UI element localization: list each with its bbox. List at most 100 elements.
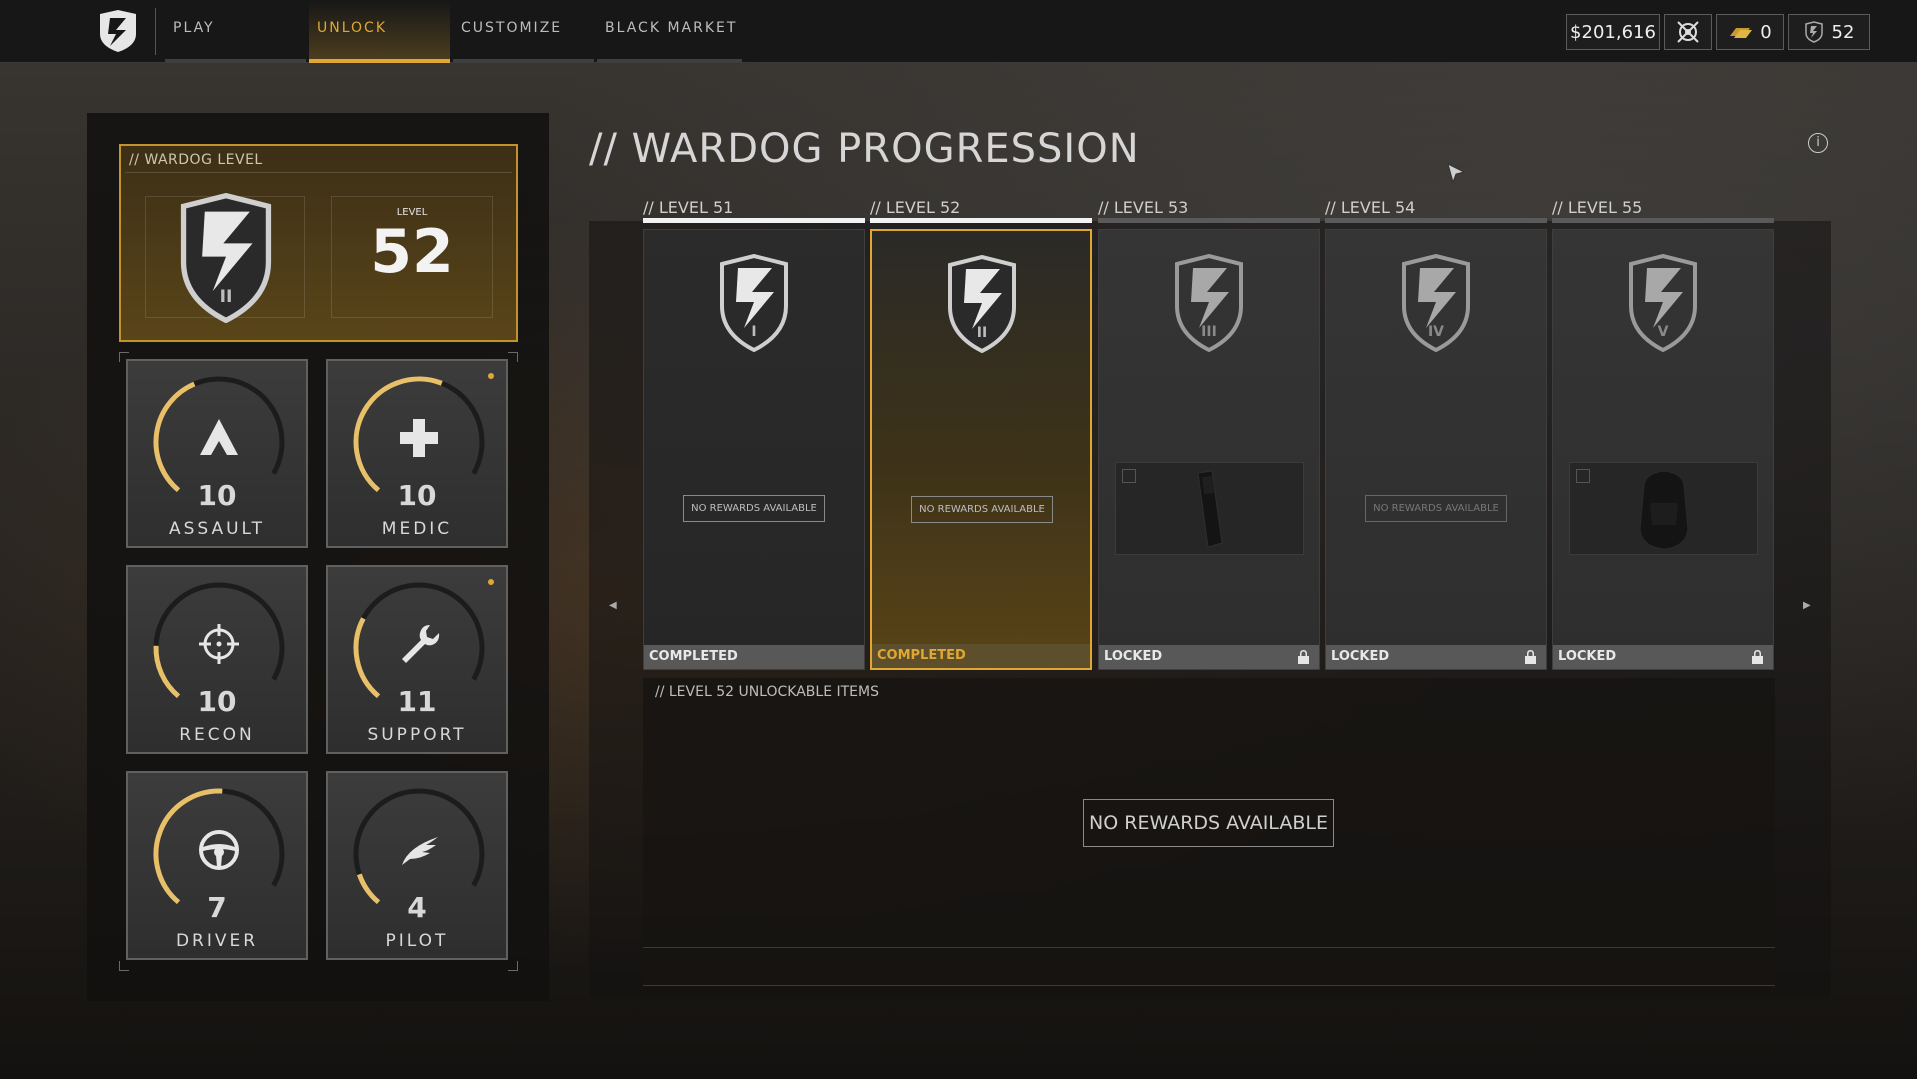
crosshair-icon — [199, 624, 239, 664]
level-progress-bar — [1325, 218, 1547, 223]
gold-display[interactable]: 0 — [1716, 14, 1784, 50]
no-rewards-message: NO REWARDS AVAILABLE — [1083, 799, 1334, 847]
level-card-53[interactable]: III LOCKED — [1098, 229, 1320, 670]
class-card-assault[interactable]: 10 ASSAULT — [126, 359, 308, 548]
class-level: 10 — [197, 479, 237, 512]
level-label: // LEVEL 52 — [870, 198, 961, 217]
game-logo-icon[interactable] — [96, 8, 140, 54]
class-level: 10 — [197, 685, 237, 718]
level-status: LOCKED — [1099, 645, 1319, 669]
wardog-emblem-frame: II — [145, 193, 305, 323]
lock-icon — [1298, 650, 1309, 664]
level-progress-bar — [1098, 218, 1320, 223]
class-card-pilot[interactable]: 4 PILOT — [326, 771, 508, 960]
mouse-cursor-icon — [1447, 163, 1466, 184]
level-status-text: COMPLETED — [877, 648, 966, 663]
class-name: MEDIC — [381, 519, 453, 539]
tab-play-label: PLAY — [173, 20, 215, 36]
class-card-medic[interactable]: 10 MEDIC — [326, 359, 508, 548]
class-name: DRIVER — [175, 931, 259, 951]
class-card-recon[interactable]: 10 RECON — [126, 565, 308, 754]
reward-checkbox — [1576, 469, 1590, 483]
class-card-driver[interactable]: 7 DRIVER — [126, 771, 308, 960]
divider — [643, 985, 1775, 986]
wardog-emblem-icon: II — [948, 255, 1016, 353]
wardog-emblem-icon: III — [1175, 254, 1243, 352]
tab-customize[interactable]: CUSTOMIZE — [453, 0, 594, 63]
level-status-text: LOCKED — [1558, 649, 1617, 664]
panel-corner — [119, 961, 129, 971]
level-status: COMPLETED — [644, 645, 864, 669]
class-level: 11 — [397, 685, 437, 718]
wardog-token-icon — [1804, 21, 1823, 43]
wardog-emblem-rank: II — [220, 287, 233, 307]
emblem-rank: IV — [1428, 324, 1444, 340]
unlockable-items-title: // LEVEL 52 UNLOCKABLE ITEMS — [655, 684, 879, 700]
no-rewards-label: NO REWARDS AVAILABLE — [911, 496, 1053, 523]
class-name: SUPPORT — [367, 725, 467, 745]
class-level: 10 — [397, 479, 437, 512]
level-status-text: COMPLETED — [649, 649, 738, 664]
no-rewards-label: NO REWARDS AVAILABLE — [1365, 495, 1507, 522]
wardog-level-divider — [125, 172, 512, 173]
steering-wheel-icon — [199, 830, 239, 870]
money-display[interactable]: $201,616 — [1566, 14, 1660, 50]
level-status: LOCKED — [1326, 645, 1546, 669]
level-card-55[interactable]: V LOCKED — [1552, 229, 1774, 670]
lock-icon — [1752, 650, 1763, 664]
level-status: COMPLETED — [872, 644, 1090, 668]
panel-corner — [508, 352, 518, 362]
level-header-55: // LEVEL 55 — [1552, 198, 1774, 223]
class-name: ASSAULT — [168, 519, 266, 539]
tab-unlock-label: UNLOCK — [317, 20, 387, 36]
wardog-level-card[interactable]: // WARDOG LEVEL II LEVEL 52 — [119, 144, 518, 342]
emblem-rank: V — [1658, 324, 1669, 340]
tab-customize-label: CUSTOMIZE — [461, 20, 563, 36]
wardog-emblem-icon: IV — [1402, 254, 1470, 352]
next-arrow-icon[interactable]: ▶ — [1803, 600, 1811, 611]
backpack-icon — [1639, 470, 1689, 550]
unlockable-items-panel: // LEVEL 52 UNLOCKABLE ITEMS NO REWARDS … — [643, 678, 1775, 987]
level-card-54[interactable]: IV NO REWARDS AVAILABLE LOCKED — [1325, 229, 1547, 670]
level-status: LOCKED — [1553, 645, 1773, 669]
level-label: // LEVEL 53 — [1098, 198, 1189, 217]
level-card-52[interactable]: II NO REWARDS AVAILABLE COMPLETED — [870, 229, 1092, 670]
class-name: RECON — [179, 725, 255, 745]
challenges-button[interactable] — [1664, 14, 1712, 50]
magazine-icon — [1197, 470, 1223, 548]
class-level: 7 — [207, 891, 227, 924]
wardog-emblem-icon: V — [1629, 254, 1697, 352]
money-value: $201,616 — [1570, 21, 1656, 43]
no-rewards-label: NO REWARDS AVAILABLE — [683, 495, 825, 522]
lock-icon — [1525, 650, 1536, 664]
divider — [643, 947, 1775, 948]
reward-checkbox — [1122, 469, 1136, 483]
tab-play[interactable]: PLAY — [165, 0, 306, 63]
level-label: // LEVEL 51 — [643, 198, 734, 217]
wing-icon — [402, 837, 438, 865]
medic-icon — [400, 419, 438, 457]
level-status-text: LOCKED — [1331, 649, 1390, 664]
tab-black-market[interactable]: BLACK MARKET — [597, 0, 742, 63]
reward-item-backpack[interactable] — [1569, 462, 1758, 555]
assault-icon — [200, 419, 238, 455]
tab-unlock[interactable]: UNLOCK — [309, 0, 450, 63]
class-card-support[interactable]: 11 SUPPORT — [326, 565, 508, 754]
level-card-51[interactable]: I NO REWARDS AVAILABLE COMPLETED — [643, 229, 865, 670]
emblem-rank: III — [1201, 324, 1217, 340]
target-icon — [1677, 21, 1699, 43]
previous-arrow-icon[interactable]: ◀ — [609, 600, 617, 611]
emblem-rank: II — [977, 325, 987, 341]
gold-bar-icon — [1730, 28, 1753, 38]
info-icon[interactable]: i — [1808, 133, 1828, 153]
wardog-level-box: LEVEL 52 — [331, 196, 493, 318]
tokens-display[interactable]: 52 — [1788, 14, 1870, 50]
class-level: 4 — [407, 891, 427, 924]
wardog-level-title: // WARDOG LEVEL — [129, 152, 263, 168]
level-header-53: // LEVEL 53 — [1098, 198, 1320, 223]
tab-black-market-label: BLACK MARKET — [605, 20, 738, 36]
progress-ring-fill — [153, 381, 196, 493]
reward-item-magazine[interactable] — [1115, 462, 1304, 555]
gold-value: 0 — [1760, 21, 1772, 43]
level-progress-bar — [1552, 218, 1774, 223]
